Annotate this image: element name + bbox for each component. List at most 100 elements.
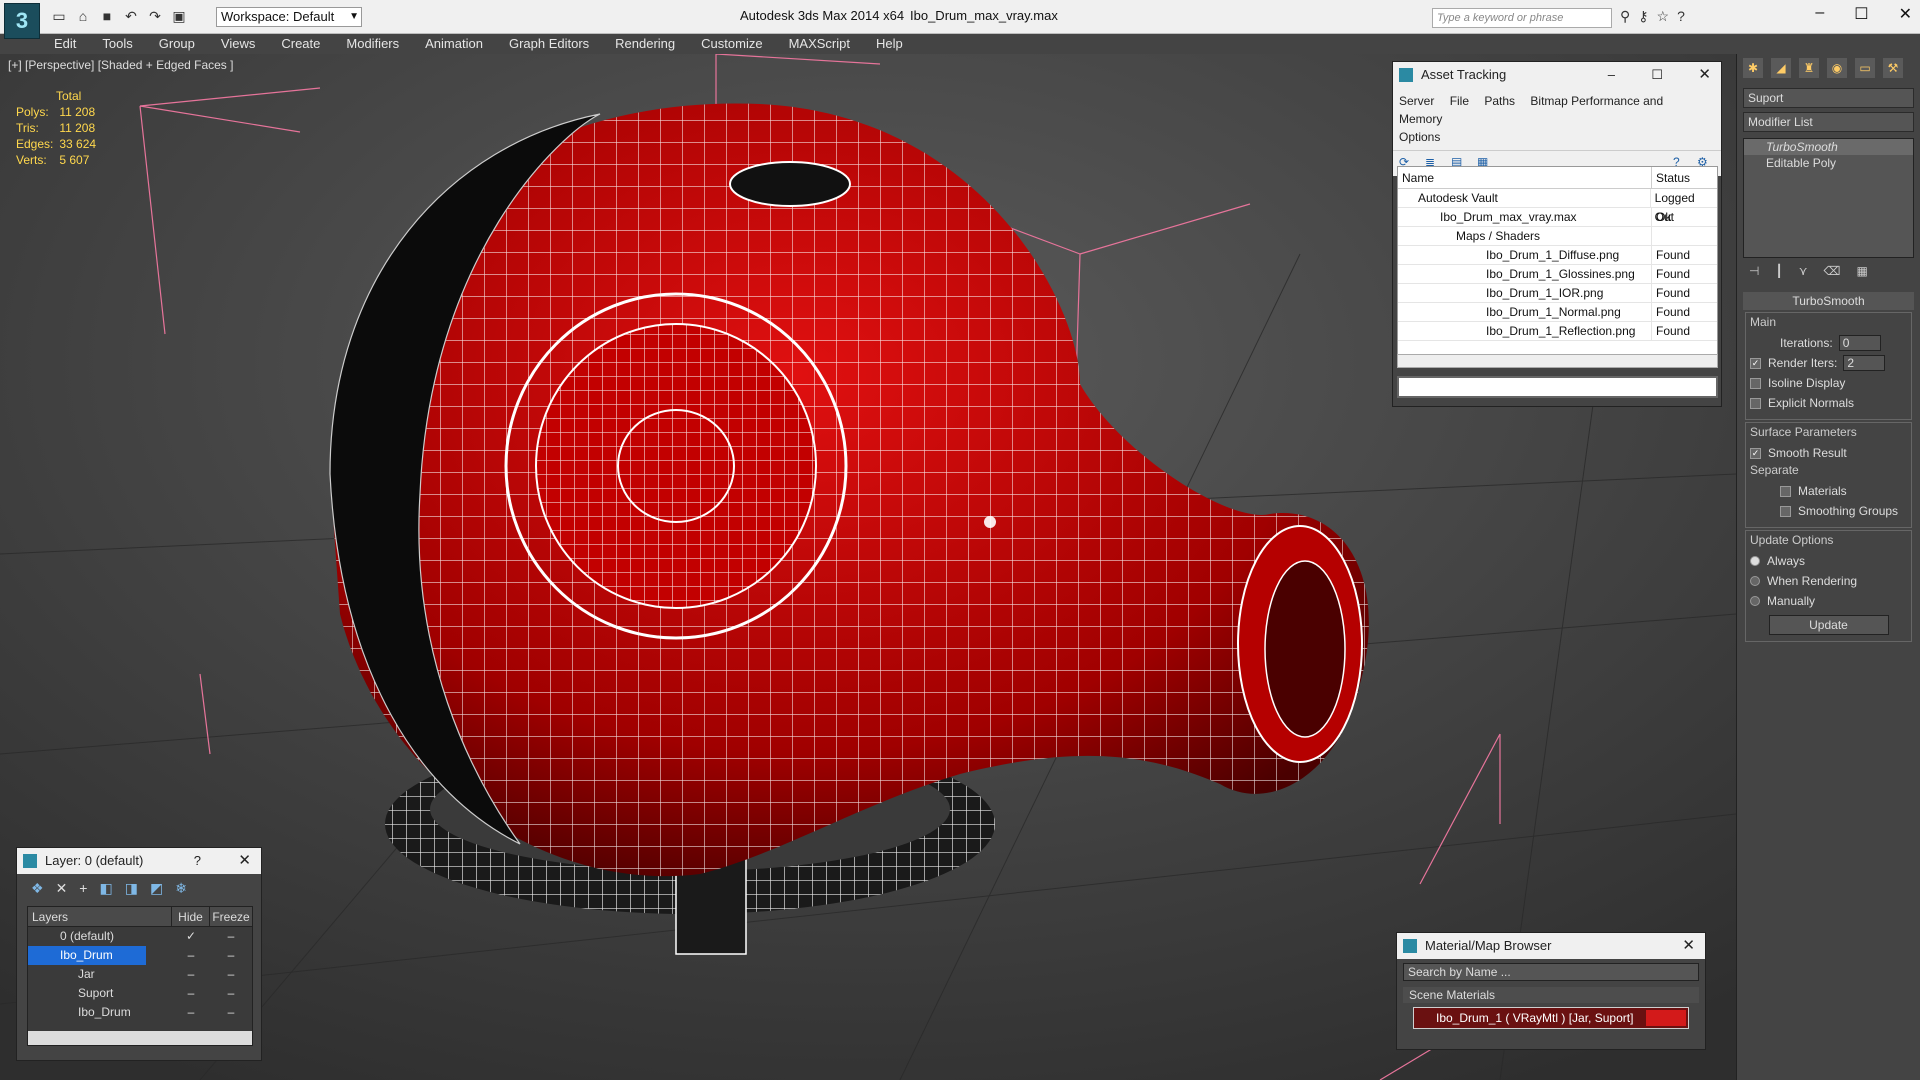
menu-edit[interactable]: Edit bbox=[54, 34, 76, 54]
list-item[interactable]: 0 (default) ✓ – bbox=[28, 927, 252, 946]
layer-titlebar[interactable]: Layer: 0 (default) ? ✕ bbox=[17, 848, 261, 874]
column-freeze[interactable]: Freeze bbox=[210, 907, 252, 926]
smoothing-groups-checkbox[interactable] bbox=[1780, 505, 1791, 517]
stack-item-turbosmooth[interactable]: TurboSmooth bbox=[1744, 139, 1913, 155]
iterations-spinner[interactable]: 0 bbox=[1838, 335, 1881, 351]
menu-tools[interactable]: Tools bbox=[102, 34, 132, 54]
list-item[interactable]: Suport – – bbox=[28, 984, 252, 1003]
help-icon[interactable]: ? bbox=[194, 848, 201, 874]
menu-options[interactable]: Options bbox=[1399, 130, 1440, 144]
scene-materials-section[interactable]: Scene Materials bbox=[1403, 987, 1699, 1003]
check-icon[interactable]: ✓ bbox=[172, 927, 210, 946]
column-name[interactable]: Name bbox=[1398, 167, 1652, 188]
material-search-input[interactable]: Search by Name ... bbox=[1403, 963, 1699, 981]
render-iters-spinner[interactable]: 2 bbox=[1843, 355, 1886, 371]
close-icon[interactable]: ✕ bbox=[238, 848, 251, 874]
pin-stack-icon[interactable]: ⊣ bbox=[1749, 264, 1759, 286]
new-layer-icon[interactable]: ❖ bbox=[31, 880, 44, 898]
menu-graph-editors[interactable]: Graph Editors bbox=[509, 34, 589, 54]
delete-layer-icon[interactable]: ✕ bbox=[56, 880, 68, 898]
motion-tab-icon[interactable]: ◉ bbox=[1827, 58, 1847, 78]
table-row[interactable]: Maps / Shaders bbox=[1398, 227, 1717, 246]
materials-checkbox[interactable] bbox=[1780, 485, 1791, 497]
material-item[interactable]: Ibo_Drum_1 ( VRayMtl ) [Jar, Suport] bbox=[1413, 1007, 1689, 1029]
menu-file[interactable]: File bbox=[1450, 94, 1469, 108]
freeze-toggle[interactable]: – bbox=[210, 1003, 252, 1022]
render-iters-checkbox[interactable]: ✓ bbox=[1750, 357, 1761, 369]
manually-radio[interactable] bbox=[1750, 596, 1760, 606]
menu-rendering[interactable]: Rendering bbox=[615, 34, 675, 54]
minimize-icon[interactable]: – bbox=[1608, 62, 1615, 88]
menu-customize[interactable]: Customize bbox=[701, 34, 762, 54]
list-item[interactable]: Ibo_Drum – – bbox=[28, 946, 252, 965]
app-logo-icon[interactable]: 3 bbox=[4, 3, 40, 39]
when-rendering-radio[interactable] bbox=[1750, 576, 1760, 586]
freeze-toggle[interactable]: – bbox=[210, 946, 252, 965]
table-row[interactable]: Ibo_Drum_1_Diffuse.png Found bbox=[1398, 246, 1717, 265]
help-icon[interactable]: ? bbox=[1677, 8, 1685, 25]
menu-views[interactable]: Views bbox=[221, 34, 255, 54]
menu-bitmap-performance[interactable]: Bitmap Performance and Memory bbox=[1399, 94, 1663, 126]
hide-toggle[interactable]: – bbox=[172, 1003, 210, 1022]
horizontal-scrollbar[interactable] bbox=[1397, 354, 1718, 368]
menu-server[interactable]: Server bbox=[1399, 94, 1434, 108]
list-item[interactable]: Jar – – bbox=[28, 965, 252, 984]
configure-sets-icon[interactable]: ▦ bbox=[1856, 264, 1867, 286]
freeze-toggle[interactable]: – bbox=[210, 984, 252, 1003]
menu-animation[interactable]: Animation bbox=[425, 34, 483, 54]
isoline-checkbox[interactable] bbox=[1750, 377, 1761, 389]
open-file-icon[interactable]: ⌂ bbox=[74, 7, 92, 25]
hide-all-icon[interactable]: ◩ bbox=[150, 880, 163, 898]
star-icon[interactable]: ☆ bbox=[1657, 8, 1670, 25]
modifier-list-dropdown[interactable]: Modifier List bbox=[1743, 112, 1914, 132]
select-objects-icon[interactable]: ◧ bbox=[99, 880, 112, 898]
menu-help[interactable]: Help bbox=[876, 34, 903, 54]
undo-icon[interactable]: ↶ bbox=[122, 7, 140, 25]
list-item[interactable]: Ibo_Drum – – bbox=[28, 1003, 252, 1022]
column-layers[interactable]: Layers bbox=[28, 907, 172, 926]
hide-toggle[interactable]: – bbox=[172, 946, 210, 965]
workspace-dropdown[interactable]: Workspace: Default ▼ bbox=[216, 7, 362, 27]
make-unique-icon[interactable]: ⋎ bbox=[1799, 264, 1808, 286]
always-radio[interactable] bbox=[1750, 556, 1760, 566]
freeze-all-icon[interactable]: ❄ bbox=[175, 880, 187, 898]
display-tab-icon[interactable]: ▭ bbox=[1855, 58, 1875, 78]
column-status[interactable]: Status bbox=[1652, 167, 1690, 188]
close-icon[interactable]: ✕ bbox=[1698, 62, 1711, 88]
table-row[interactable]: Ibo_Drum_1_IOR.png Found bbox=[1398, 284, 1717, 303]
table-row[interactable]: Autodesk Vault Logged Out bbox=[1398, 189, 1717, 224]
freeze-toggle[interactable]: – bbox=[210, 927, 252, 946]
path-field[interactable] bbox=[1397, 376, 1718, 398]
hide-toggle[interactable]: – bbox=[172, 984, 210, 1003]
table-row[interactable]: Ibo_Drum_1_Normal.png Found bbox=[1398, 303, 1717, 322]
close-icon[interactable]: ✕ bbox=[1899, 4, 1912, 24]
redo-icon[interactable]: ↷ bbox=[146, 7, 164, 25]
minimize-icon[interactable]: – bbox=[1815, 4, 1824, 24]
utilities-tab-icon[interactable]: ⚒ bbox=[1883, 58, 1903, 78]
show-end-result-icon[interactable]: ┃ bbox=[1775, 264, 1782, 286]
new-file-icon[interactable]: ▭ bbox=[50, 7, 68, 25]
hierarchy-tab-icon[interactable]: ♜ bbox=[1799, 58, 1819, 78]
search-input[interactable]: Type a keyword or phrase bbox=[1432, 8, 1612, 28]
viewport-label[interactable]: [+] [Perspective] [Shaded + Edged Faces … bbox=[8, 58, 233, 72]
binoculars-icon[interactable]: ⚲ bbox=[1620, 8, 1630, 25]
highlight-layer-icon[interactable]: ◨ bbox=[125, 880, 138, 898]
horizontal-scrollbar[interactable] bbox=[28, 1031, 252, 1045]
column-hide[interactable]: Hide bbox=[172, 907, 210, 926]
freeze-toggle[interactable]: – bbox=[210, 965, 252, 984]
explicit-normals-checkbox[interactable] bbox=[1750, 397, 1761, 409]
turbosmooth-rollout[interactable]: TurboSmooth bbox=[1743, 292, 1914, 310]
table-row[interactable]: Ibo_Drum_max_vray.max Ok bbox=[1398, 208, 1717, 227]
update-button[interactable]: Update bbox=[1768, 615, 1889, 635]
object-name-field[interactable]: Suport bbox=[1743, 88, 1914, 108]
menu-modifiers[interactable]: Modifiers bbox=[346, 34, 399, 54]
menu-group[interactable]: Group bbox=[159, 34, 195, 54]
table-row[interactable]: Ibo_Drum_1_Reflection.png Found bbox=[1398, 322, 1717, 341]
maximize-icon[interactable]: ☐ bbox=[1854, 4, 1868, 24]
hide-toggle[interactable]: – bbox=[172, 965, 210, 984]
modify-tab-icon[interactable]: ◢ bbox=[1771, 58, 1791, 78]
menu-maxscript[interactable]: MAXScript bbox=[789, 34, 850, 54]
create-tab-icon[interactable]: ✱ bbox=[1743, 58, 1763, 78]
stack-item-editable-poly[interactable]: Editable Poly bbox=[1744, 155, 1913, 171]
menu-paths[interactable]: Paths bbox=[1484, 94, 1515, 108]
